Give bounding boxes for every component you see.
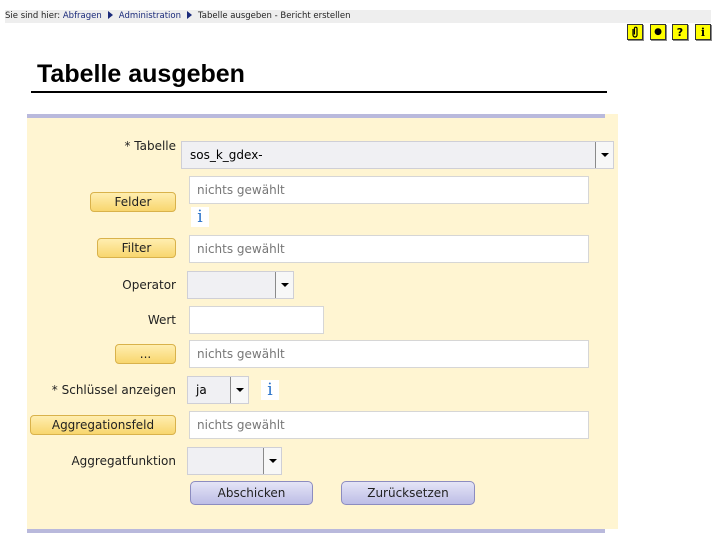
operator-label: Operator xyxy=(122,278,176,292)
tabelle-label: * Tabelle xyxy=(124,139,176,153)
schluessel-label: * Schlüssel anzeigen xyxy=(51,383,176,397)
breadcrumb-link-administration[interactable]: Administration xyxy=(119,11,181,21)
tabelle-select-value: sos_k_gdex- xyxy=(190,148,263,162)
more-field[interactable]: nichts gewählt xyxy=(189,340,589,368)
schluessel-info-icon[interactable]: i xyxy=(261,380,279,400)
chevron-down-icon[interactable] xyxy=(275,272,293,298)
breadcrumb: Sie sind hier: Abfragen Administration Tab… xyxy=(5,10,711,23)
attachment-icon[interactable] xyxy=(627,24,643,40)
breadcrumb-prefix: Sie sind hier: xyxy=(5,11,61,21)
felder-button[interactable]: Felder xyxy=(90,192,176,212)
panel-top-border xyxy=(27,114,605,118)
bullet-glyph: ● xyxy=(654,27,662,37)
felder-info-icon[interactable]: i xyxy=(191,207,209,227)
breadcrumb-arrow-icon xyxy=(186,10,192,19)
schluessel-select[interactable]: ja xyxy=(187,376,249,404)
breadcrumb-arrow-icon xyxy=(107,10,113,19)
aggregationsfeld-button[interactable]: Aggregationsfeld xyxy=(30,415,176,435)
chevron-down-icon[interactable] xyxy=(595,142,613,168)
help-glyph: ? xyxy=(676,25,684,39)
bullet-icon[interactable]: ● xyxy=(650,24,666,40)
wert-label: Wert xyxy=(147,313,176,327)
aggregationsfeld-field[interactable]: nichts gewählt xyxy=(189,411,589,439)
aggregatfunktion-select[interactable] xyxy=(187,447,282,475)
panel-bottom-border xyxy=(27,529,605,533)
reset-button[interactable]: Zurücksetzen xyxy=(341,481,475,505)
operator-select[interactable] xyxy=(187,271,294,299)
filter-button[interactable]: Filter xyxy=(97,238,176,258)
help-icon[interactable]: ? xyxy=(672,24,688,40)
breadcrumb-link-abfragen[interactable]: Abfragen xyxy=(63,11,102,21)
tabelle-select[interactable]: sos_k_gdex- xyxy=(181,141,614,169)
more-button[interactable]: ... xyxy=(115,344,176,364)
chevron-down-icon[interactable] xyxy=(230,377,248,403)
paperclip-icon xyxy=(632,26,638,38)
wert-input[interactable] xyxy=(189,306,324,334)
info-glyph: i xyxy=(700,25,706,39)
filter-field[interactable]: nichts gewählt xyxy=(189,235,589,263)
submit-button[interactable]: Abschicken xyxy=(190,481,313,505)
felder-field[interactable]: nichts gewählt xyxy=(189,176,589,204)
page-title: Tabelle ausgeben xyxy=(37,60,245,88)
breadcrumb-current: Tabelle ausgeben - Bericht erstellen xyxy=(197,11,351,21)
schluessel-select-value: ja xyxy=(196,383,207,397)
chevron-down-icon[interactable] xyxy=(263,448,281,474)
aggregatfunktion-label: Aggregatfunktion xyxy=(71,454,176,468)
title-divider xyxy=(31,91,607,93)
info-icon[interactable]: i xyxy=(695,24,711,40)
